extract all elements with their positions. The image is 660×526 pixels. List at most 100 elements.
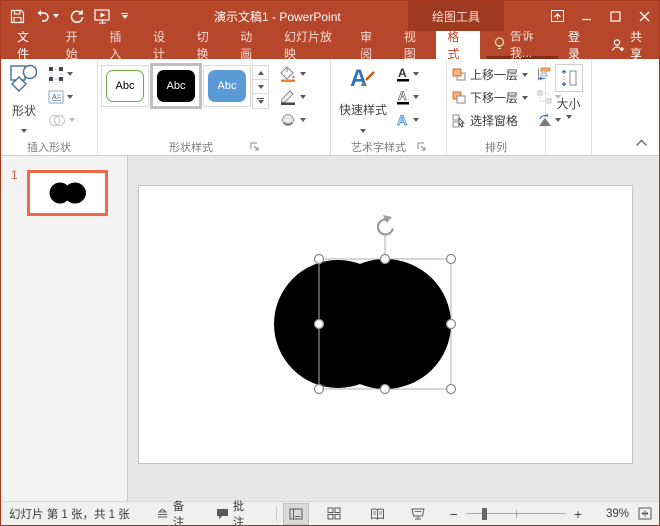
text-effects-button[interactable]: A (394, 111, 421, 129)
size-button[interactable]: 大小 (555, 61, 583, 119)
shape-style-option-1[interactable]: Abc (101, 65, 149, 107)
tab-file[interactable]: 文件 (1, 31, 55, 59)
ribbon-display-options-button[interactable] (543, 1, 572, 31)
selection-handle-nw[interactable] (315, 255, 324, 264)
zoom-slider[interactable] (466, 513, 566, 514)
redo-icon (69, 9, 84, 24)
tab-format-active[interactable]: 格式 (436, 31, 480, 59)
ribbon-tab-row: 文件 开始 插入 设计 切换 动画 幻灯片放映 审阅 视图 格式 告诉我... … (1, 31, 659, 59)
zoom-slider-thumb[interactable] (482, 508, 487, 520)
selection-pane-button[interactable]: 选择窗格 (450, 111, 530, 130)
start-slideshow-button[interactable] (94, 9, 111, 24)
zoom-level[interactable]: 39% (595, 508, 629, 520)
rotation-handle[interactable] (378, 215, 393, 234)
collapse-ribbon-button[interactable] (635, 139, 648, 147)
tell-me-box[interactable]: 告诉我... (486, 31, 558, 59)
selection-handle-e[interactable] (447, 320, 456, 329)
selection-handle-se[interactable] (447, 385, 456, 394)
shape-effects-button[interactable] (277, 111, 308, 129)
merge-shapes-icon (48, 114, 66, 127)
maximize-button[interactable] (601, 1, 630, 31)
tab-design[interactable]: 设计 (142, 31, 186, 59)
gallery-more-button[interactable] (253, 94, 268, 108)
ribbon-display-options-icon (551, 10, 564, 22)
quick-access-toolbar (1, 9, 128, 24)
share-button[interactable]: 共享 (598, 31, 659, 59)
tab-slideshow[interactable]: 幻灯片放映 (273, 31, 349, 59)
svg-text:A: A (350, 65, 367, 90)
slide-sorter-view-button[interactable] (321, 503, 347, 525)
tab-transitions[interactable]: 切换 (186, 31, 230, 59)
slide-thumbnail-selected[interactable] (27, 170, 108, 216)
contextual-tool-label: 绘图工具 (408, 1, 504, 31)
tab-insert[interactable]: 插入 (98, 31, 142, 59)
selection-pane-icon (452, 114, 466, 128)
svg-text:A: A (52, 94, 57, 101)
size-label: 大小 (556, 95, 580, 112)
gallery-scroll-up-button[interactable] (253, 66, 268, 80)
scroll-up-icon (258, 71, 264, 75)
svg-text:A: A (398, 89, 407, 103)
tab-view[interactable]: 视图 (393, 31, 437, 59)
undo-button[interactable] (35, 9, 59, 23)
reading-view-button[interactable] (365, 503, 391, 525)
gallery-scroll-down-button[interactable] (253, 80, 268, 94)
merge-shapes-button[interactable] (46, 111, 77, 129)
shape-outline-button[interactable] (277, 88, 308, 106)
tab-review[interactable]: 审阅 (349, 31, 393, 59)
slide[interactable] (138, 185, 633, 464)
save-button[interactable] (10, 9, 25, 24)
shape-style-option-3[interactable]: Abc (203, 65, 251, 107)
send-backward-button[interactable]: 下移一层 (450, 88, 530, 107)
shape-styles-dialog-launcher[interactable] (250, 142, 259, 151)
fit-slide-button[interactable] (638, 507, 652, 520)
shapes-button[interactable]: 形状 (4, 61, 44, 135)
close-button[interactable] (630, 1, 659, 31)
notes-icon (156, 508, 169, 519)
customize-qat-button[interactable] (121, 13, 128, 20)
text-fill-button[interactable]: A (394, 65, 421, 83)
edit-shape-caret-icon (67, 72, 73, 76)
customize-qat-icon (121, 13, 128, 20)
tab-home[interactable]: 开始 (55, 31, 99, 59)
undo-icon (35, 9, 51, 23)
selection-handle-ne[interactable] (447, 255, 456, 264)
shape-fill-caret-icon (300, 72, 306, 76)
ribbon: 形状 A 插 (1, 59, 659, 156)
sign-in-button[interactable]: 登录 (558, 31, 598, 59)
bring-forward-button[interactable]: 上移一层 (450, 65, 530, 84)
minimize-button[interactable] (572, 1, 601, 31)
selection-handle-w[interactable] (315, 320, 324, 329)
selection-handle-n[interactable] (381, 255, 390, 264)
comments-button[interactable]: 批注 (216, 498, 256, 526)
oval-shape-selected[interactable] (319, 259, 451, 389)
zoom-in-button[interactable]: + (569, 506, 587, 522)
edit-shape-icon (48, 66, 64, 82)
tab-animations[interactable]: 动画 (229, 31, 273, 59)
text-outline-icon: A (396, 89, 410, 105)
redo-button[interactable] (69, 9, 84, 24)
normal-view-button[interactable] (283, 503, 309, 525)
shape-fill-button[interactable] (277, 65, 308, 83)
selection-handle-s[interactable] (381, 385, 390, 394)
slideshow-view-button[interactable] (405, 503, 431, 525)
quick-styles-button[interactable]: A 快速样式 (334, 61, 392, 135)
quick-styles-label: 快速样式 (339, 101, 387, 118)
slide-thumbnail-panel[interactable]: 1 (1, 156, 128, 501)
selection-pane-label: 选择窗格 (470, 112, 518, 129)
bring-forward-caret-icon (522, 73, 528, 77)
text-outline-button[interactable]: A (394, 88, 421, 106)
notes-button[interactable]: 备注 (156, 498, 196, 526)
shape-style-option-2-selected[interactable]: Abc (152, 65, 200, 107)
svg-text:A: A (398, 66, 407, 80)
text-box-button[interactable]: A (46, 88, 77, 106)
zoom-out-button[interactable]: − (445, 506, 463, 522)
selection-handle-sw[interactable] (315, 385, 324, 394)
wordart-styles-dialog-launcher[interactable] (417, 142, 426, 151)
edit-shape-button[interactable] (46, 65, 77, 83)
svg-text:A: A (397, 112, 407, 128)
shape-effects-icon (279, 113, 297, 127)
slide-canvas[interactable] (128, 156, 659, 501)
text-box-icon: A (48, 90, 64, 104)
shape-outline-icon (279, 89, 297, 105)
